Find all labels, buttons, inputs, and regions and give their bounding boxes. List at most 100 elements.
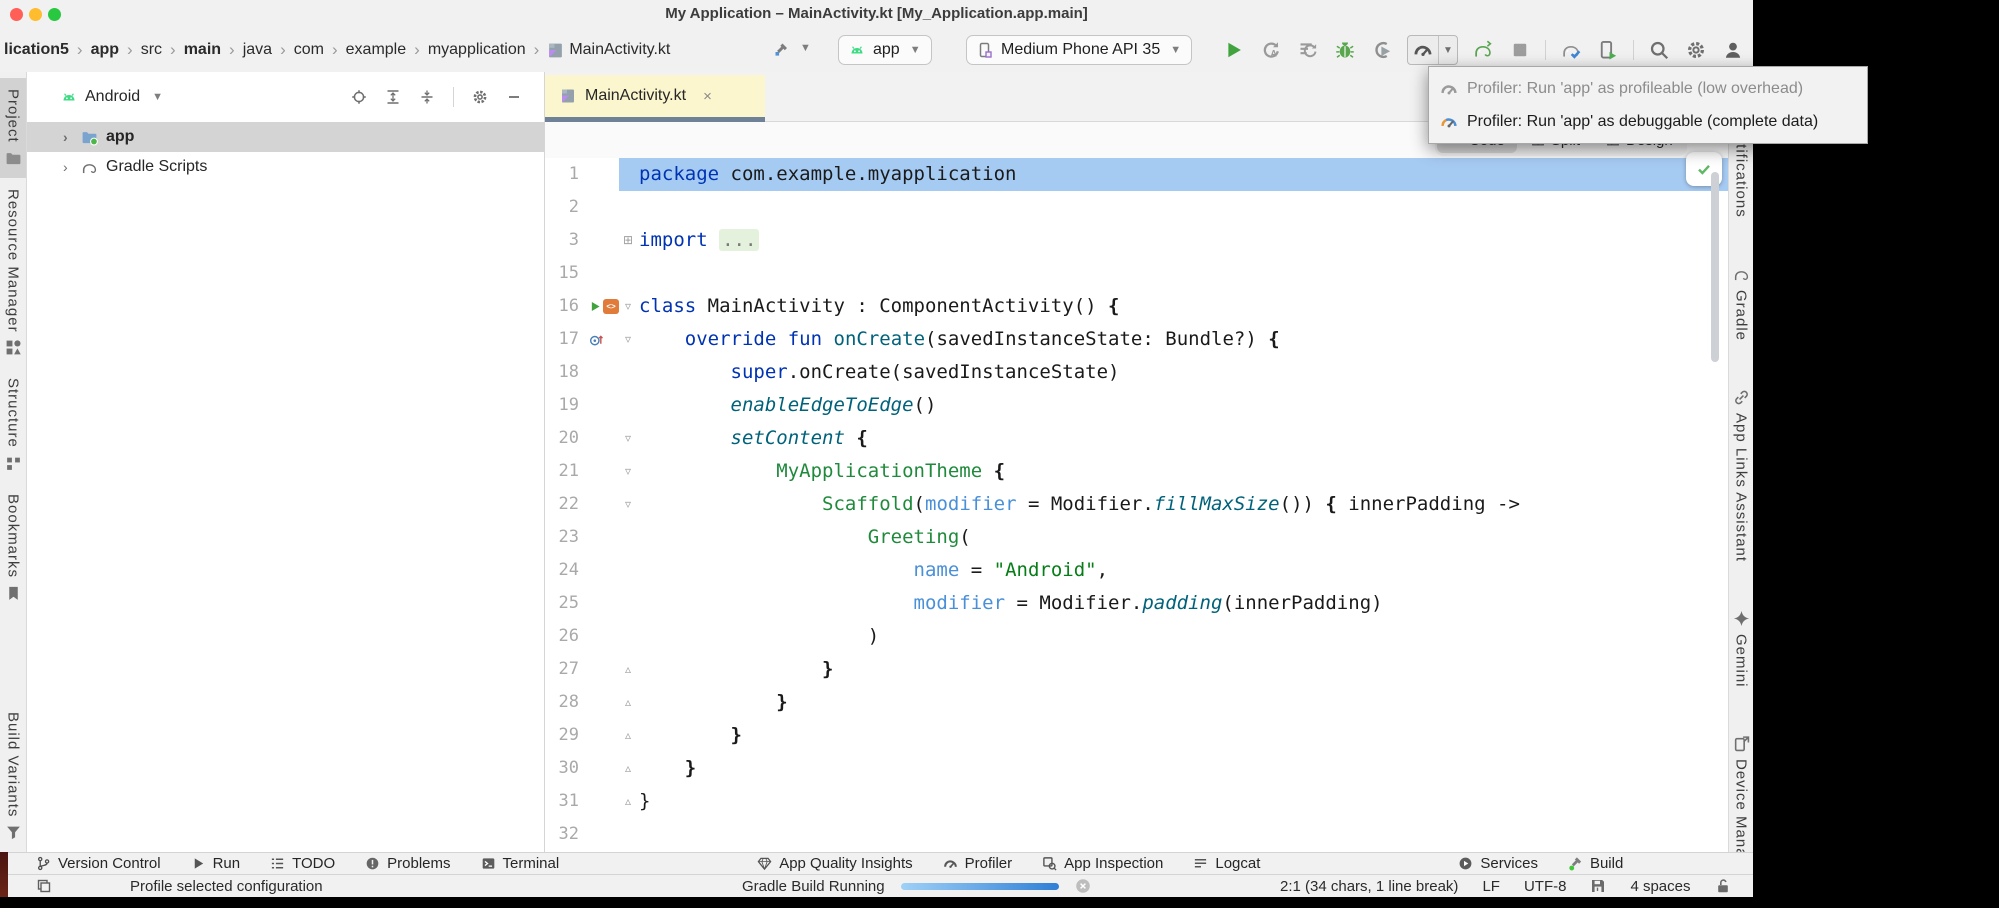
debug-button[interactable] [1333, 38, 1357, 62]
select-opened-file-icon[interactable] [351, 89, 367, 105]
fold-marker-icon[interactable]: ▿ [619, 455, 637, 488]
tool-window-button-terminal[interactable]: Terminal [481, 855, 560, 872]
overriding-method-icon[interactable] [589, 332, 604, 347]
tool-window-button-profiler[interactable]: Profiler [943, 855, 1013, 872]
code-line-1[interactable]: 1package com.example.myapplication [545, 158, 1728, 191]
code-line-29[interactable]: 29▵ } [545, 719, 1728, 752]
tool-window-button-build[interactable]: Build [1568, 855, 1623, 872]
fold-marker-icon[interactable]: ▿ [619, 422, 637, 455]
code-area[interactable]: 1package com.example.myapplication23⊞imp… [545, 158, 1728, 851]
search-everywhere-button[interactable] [1647, 38, 1671, 62]
apply-changes-restart-button[interactable]: A [1259, 38, 1283, 62]
save-icon[interactable] [1590, 878, 1606, 894]
profiler-menu-item-debuggable[interactable]: Profiler: Run 'app' as debuggable (compl… [1429, 105, 1867, 138]
code-line-26[interactable]: 26 ) [545, 620, 1728, 653]
tab-mainactivity[interactable]: MainActivity.kt × [545, 75, 765, 117]
compose-preview-icon[interactable]: <> [603, 299, 619, 314]
tool-window-button-services[interactable]: Services [1458, 855, 1538, 872]
collapse-all-icon[interactable] [419, 89, 435, 105]
breadcrumb-item-java[interactable]: java [243, 41, 272, 59]
gradle-status-button[interactable] [1559, 38, 1583, 62]
tool-window-button-todo[interactable]: TODO [270, 855, 335, 872]
code-line-20[interactable]: 20▿ setContent { [545, 422, 1728, 455]
breadcrumb-item-com[interactable]: com [294, 41, 324, 59]
project-view-selector[interactable]: Android [85, 88, 140, 106]
editor-scrollbar[interactable] [1711, 172, 1719, 362]
breadcrumb-item-example[interactable]: example [346, 41, 406, 59]
expand-all-icon[interactable] [385, 89, 401, 105]
code-line-31[interactable]: 31▵} [545, 785, 1728, 818]
expand-chevron-icon[interactable]: › [63, 159, 73, 175]
run-configuration-select[interactable]: app ▼ [838, 35, 932, 65]
tool-stripe-gradle[interactable]: Gradle [1729, 255, 1753, 352]
cancel-build-icon[interactable] [1075, 878, 1091, 894]
tool-stripe-gemini[interactable]: Gemini [1729, 599, 1753, 699]
breadcrumb-item-main[interactable]: main [184, 41, 221, 59]
code-line-28[interactable]: 28▵ } [545, 686, 1728, 719]
expand-chevron-icon[interactable]: › [63, 129, 73, 145]
code-line-22[interactable]: 22▿ Scaffold(modifier = Modifier.fillMax… [545, 488, 1728, 521]
tool-stripe-build-variants[interactable]: Build Variants [0, 701, 26, 852]
settings-button[interactable] [1684, 38, 1708, 62]
chevron-down-icon[interactable]: ▼ [152, 91, 163, 103]
fold-marker-icon[interactable]: ▵ [619, 785, 637, 818]
profiler-menu-item-profileable[interactable]: Profiler: Run 'app' as profileable (low … [1429, 72, 1867, 105]
stop-button[interactable] [1508, 38, 1532, 62]
breadcrumb-item-src[interactable]: src [141, 41, 162, 59]
code-line-19[interactable]: 19 enableEdgeToEdge() [545, 389, 1728, 422]
fold-marker-icon[interactable]: ▵ [619, 653, 637, 686]
breadcrumb-item-lication5[interactable]: lication5 [4, 41, 69, 59]
file-encoding[interactable]: UTF-8 [1524, 878, 1567, 895]
profile-app-button[interactable] [1370, 38, 1394, 62]
tool-stripe-structure[interactable]: Structure [0, 367, 26, 483]
fold-marker-icon[interactable]: ▿ [619, 323, 637, 356]
build-chevron-down-icon[interactable]: ▼ [800, 42, 811, 54]
code-line-32[interactable]: 32 [545, 818, 1728, 851]
project-tree-item-app[interactable]: ›app [27, 122, 544, 152]
tool-stripe-bookmarks[interactable]: Bookmarks [0, 483, 26, 613]
fold-marker-icon[interactable]: ⊞ [619, 224, 637, 257]
code-line-30[interactable]: 30▵ } [545, 752, 1728, 785]
apply-code-changes-button[interactable] [1296, 38, 1320, 62]
tool-stripe-resource-manager[interactable]: Resource Manager [0, 178, 26, 368]
run-class-icon[interactable] [589, 300, 602, 313]
unlock-icon[interactable] [1715, 878, 1731, 894]
code-line-2[interactable]: 2 [545, 191, 1728, 224]
breadcrumb-item-mainactivity-kt[interactable]: MainActivity.kt [547, 41, 670, 59]
layers-icon[interactable] [36, 878, 52, 894]
tool-window-button-version-control[interactable]: Version Control [36, 855, 161, 872]
code-line-15[interactable]: 15 [545, 257, 1728, 290]
caret-position[interactable]: 2:1 (34 chars, 1 line break) [1280, 878, 1458, 895]
tool-window-button-logcat[interactable]: Logcat [1193, 855, 1260, 872]
code-line-3[interactable]: 3⊞import ... [545, 224, 1728, 257]
fold-marker-icon[interactable]: ▵ [619, 752, 637, 785]
build-hammer-button[interactable] [768, 38, 794, 62]
code-line-16[interactable]: 16<>▿class MainActivity : ComponentActiv… [545, 290, 1728, 323]
tool-window-button-app-quality-insights[interactable]: App Quality Insights [757, 855, 912, 872]
code-line-23[interactable]: 23 Greeting( [545, 521, 1728, 554]
sync-project-gradle-button[interactable] [1471, 38, 1495, 62]
tool-window-button-run[interactable]: Run [191, 855, 241, 872]
profiler-dropdown-button[interactable] [1408, 38, 1438, 62]
panel-settings-gear-icon[interactable] [472, 89, 488, 105]
fold-marker-icon[interactable]: ▿ [619, 488, 637, 521]
code-line-21[interactable]: 21▿ MyApplicationTheme { [545, 455, 1728, 488]
code-line-18[interactable]: 18 super.onCreate(savedInstanceState) [545, 356, 1728, 389]
fold-marker-icon[interactable]: ▵ [619, 719, 637, 752]
code-line-17[interactable]: 17▿ override fun onCreate(savedInstanceS… [545, 323, 1728, 356]
hide-panel-icon[interactable] [506, 89, 522, 105]
fold-marker-icon[interactable]: ▿ [619, 290, 637, 323]
code-line-24[interactable]: 24 name = "Android", [545, 554, 1728, 587]
tool-stripe-project[interactable]: Project [0, 78, 26, 178]
profiler-chevron-down-icon[interactable]: ▼ [1438, 36, 1457, 64]
breadcrumb-item-app[interactable]: app [91, 41, 119, 59]
fold-marker-icon[interactable]: ▵ [619, 686, 637, 719]
breadcrumb-item-myapplication[interactable]: myapplication [428, 41, 526, 59]
running-devices-button[interactable] [1596, 38, 1620, 62]
indent-setting[interactable]: 4 spaces [1630, 878, 1690, 895]
account-button[interactable] [1721, 38, 1745, 62]
tool-window-button-app-inspection[interactable]: App Inspection [1042, 855, 1163, 872]
device-select[interactable]: Medium Phone API 35 ▼ [966, 35, 1192, 65]
close-tab-icon[interactable]: × [703, 88, 712, 105]
tool-window-button-problems[interactable]: Problems [365, 855, 450, 872]
